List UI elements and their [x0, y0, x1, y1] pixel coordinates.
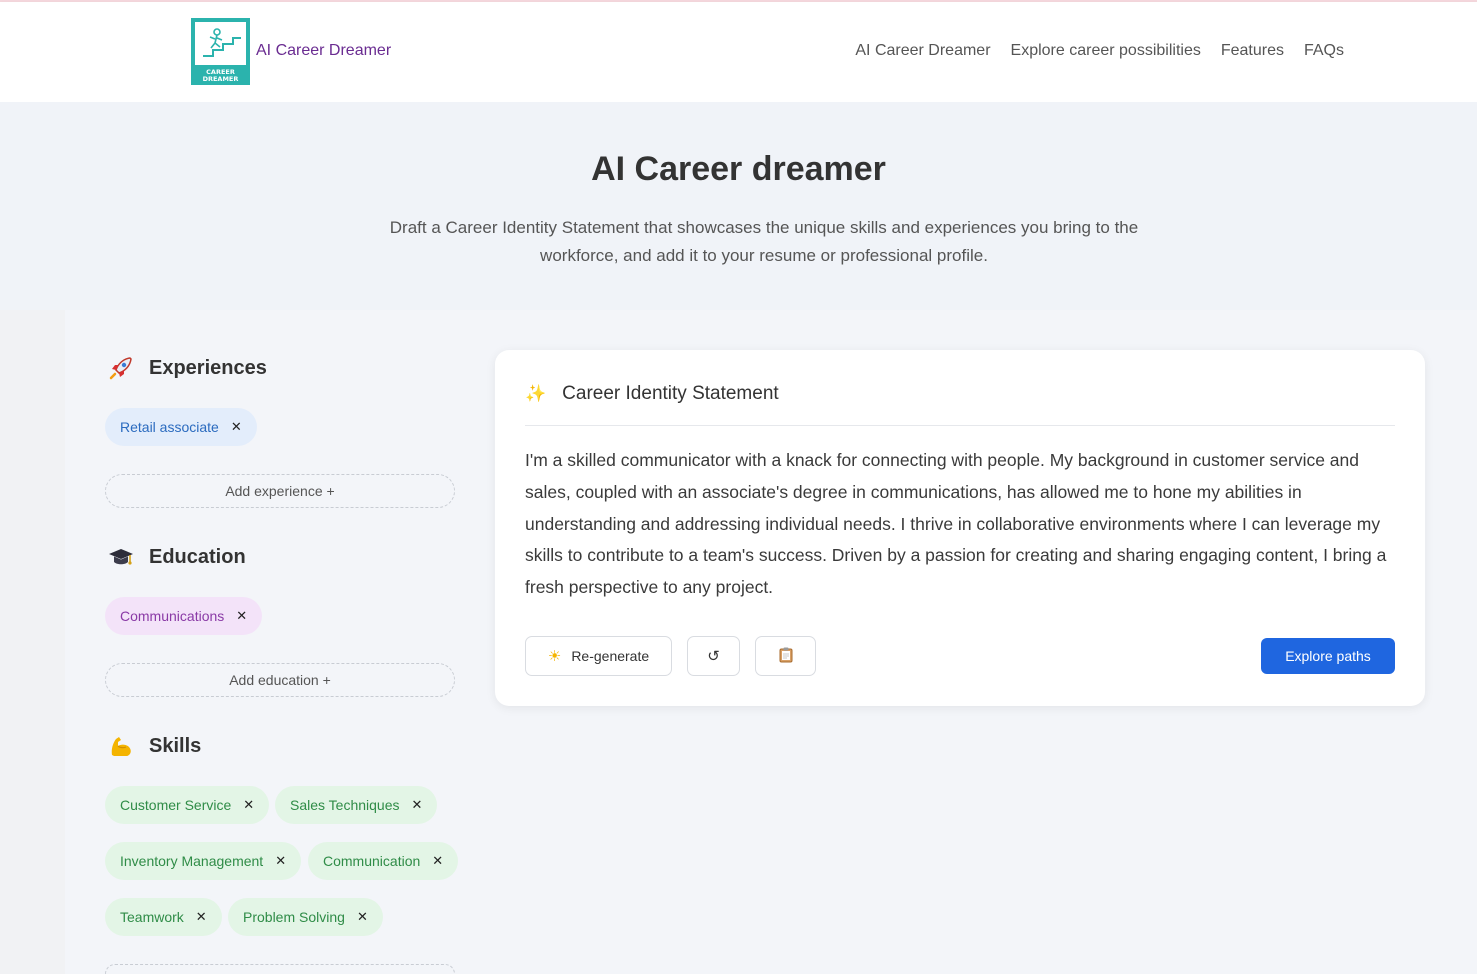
clipboard-icon — [779, 647, 793, 666]
experiences-title: Experiences — [149, 356, 267, 379]
copy-button[interactable] — [755, 636, 816, 676]
undo-button[interactable]: ↺ — [687, 636, 740, 676]
skill-chip[interactable]: Customer Service ✕ — [105, 786, 270, 824]
rocket-icon — [107, 354, 135, 382]
nav-features[interactable]: Features — [1221, 42, 1284, 60]
remove-chip-icon[interactable]: ✕ — [236, 608, 247, 624]
skill-chip[interactable]: Sales Techniques ✕ — [275, 786, 438, 824]
brand-link[interactable]: AI Career Dreamer — [256, 42, 391, 60]
add-education-button[interactable]: Add education + — [105, 663, 455, 697]
experience-chip[interactable]: Retail associate ✕ — [105, 408, 257, 446]
skill-chip[interactable]: Inventory Management ✕ — [105, 842, 302, 880]
skill-chip[interactable]: Problem Solving ✕ — [228, 898, 383, 936]
chip-label: Problem Solving — [243, 909, 345, 925]
experiences-header: Experiences — [107, 354, 267, 382]
remove-chip-icon[interactable]: ✕ — [411, 797, 422, 813]
remove-chip-icon[interactable]: ✕ — [231, 419, 242, 435]
add-skill-button[interactable] — [105, 964, 455, 974]
chip-label: Inventory Management — [120, 853, 264, 869]
page-title: AI Career dreamer — [591, 150, 886, 188]
explore-paths-button[interactable]: Explore paths — [1261, 638, 1395, 674]
remove-chip-icon[interactable]: ✕ — [432, 853, 443, 869]
flexed-bicep-icon — [107, 732, 135, 760]
add-experience-button[interactable]: Add experience + — [105, 474, 455, 508]
chip-label: Retail associate — [120, 419, 219, 435]
card-header: ✨ Career Identity Statement — [525, 382, 1395, 426]
chip-label: Communications — [120, 608, 225, 624]
chip-label: Sales Techniques — [290, 797, 400, 813]
main-content: Experiences Retail associate ✕ Add exper… — [65, 310, 1477, 974]
remove-chip-icon[interactable]: ✕ — [196, 909, 207, 925]
chip-label: Communication — [323, 853, 421, 869]
skills-header: Skills — [107, 732, 201, 760]
regenerate-button[interactable]: ☀ Re-generate — [525, 636, 672, 676]
nav-explore-career-possibilities[interactable]: Explore career possibilities — [1011, 42, 1201, 60]
career-identity-statement: I'm a skilled communicator with a knack … — [525, 450, 1387, 598]
nav-faqs[interactable]: FAQs — [1304, 42, 1344, 60]
nav-ai-career-dreamer[interactable]: AI Career Dreamer — [855, 42, 990, 60]
sparkles-icon: ✨ — [525, 384, 547, 403]
skill-chip[interactable]: Communication ✕ — [308, 842, 459, 880]
page-subtitle: Draft a Career Identity Statement that s… — [389, 218, 1139, 265]
hero-section: AI Career dreamer Draft a Career Identit… — [0, 102, 1477, 310]
remove-chip-icon[interactable]: ✕ — [357, 909, 368, 925]
regenerate-label: Re-generate — [571, 648, 650, 664]
education-header: Education — [107, 543, 246, 571]
chip-label: Customer Service — [120, 797, 232, 813]
chip-label: Teamwork — [120, 909, 184, 925]
skill-chip[interactable]: Teamwork ✕ — [105, 898, 222, 936]
remove-chip-icon[interactable]: ✕ — [275, 853, 286, 869]
education-title: Education — [149, 545, 246, 568]
logo-icon[interactable]: CAREER DREAMER — [191, 18, 250, 85]
graduation-cap-icon — [107, 543, 135, 571]
sun-icon: ☀ — [547, 648, 562, 665]
undo-icon: ↺ — [707, 648, 720, 665]
career-identity-card: ✨ Career Identity Statement I'm a skille… — [495, 350, 1425, 706]
site-header: CAREER DREAMER AI Career Dreamer AI Care… — [0, 2, 1477, 102]
top-nav: AI Career Dreamer Explore career possibi… — [855, 42, 1344, 60]
skills-title: Skills — [149, 734, 202, 757]
remove-chip-icon[interactable]: ✕ — [243, 797, 254, 813]
svg-text:DREAMER: DREAMER — [203, 75, 239, 83]
card-title: Career Identity Statement — [562, 383, 779, 404]
education-chip[interactable]: Communications ✕ — [105, 597, 263, 635]
